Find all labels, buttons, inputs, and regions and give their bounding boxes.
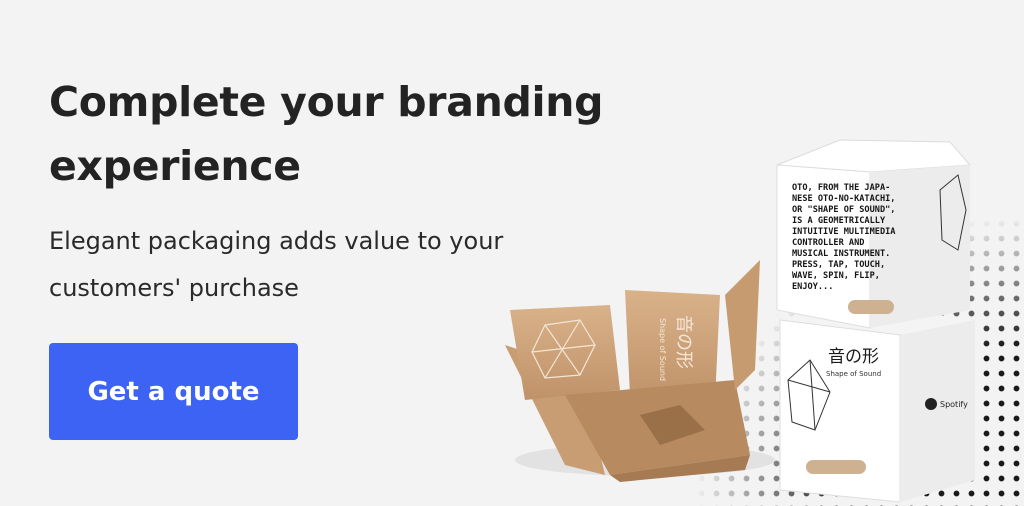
kraft-japanese-title: 音の形 bbox=[673, 315, 694, 369]
hexagon-box: OTO, FROM THE JAPA- NESE OTO-NO-KATACHI,… bbox=[776, 139, 972, 329]
get-a-quote-button[interactable]: Get a quote bbox=[49, 343, 298, 440]
white-cube-box: 音の形 Shape of Sound Spotify bbox=[779, 305, 975, 503]
cube-english-title: Shape of Sound bbox=[826, 370, 881, 378]
spotify-logo-icon bbox=[925, 398, 937, 410]
kraft-open-box: 音の形 Shape of Sound bbox=[505, 260, 775, 482]
packaging-photo: 音の形 Shape of Sound 音の形 Shape of Sound Sp… bbox=[470, 130, 1024, 506]
packaging-illustration: 音の形 Shape of Sound 音の形 Shape of Sound Sp… bbox=[505, 139, 975, 503]
cube-japanese-title: 音の形 bbox=[828, 347, 879, 367]
promo-banner: Complete your branding experience Elegan… bbox=[0, 0, 1024, 506]
kraft-english-title: Shape of Sound bbox=[658, 318, 667, 381]
brand-label: Spotify bbox=[940, 400, 968, 409]
